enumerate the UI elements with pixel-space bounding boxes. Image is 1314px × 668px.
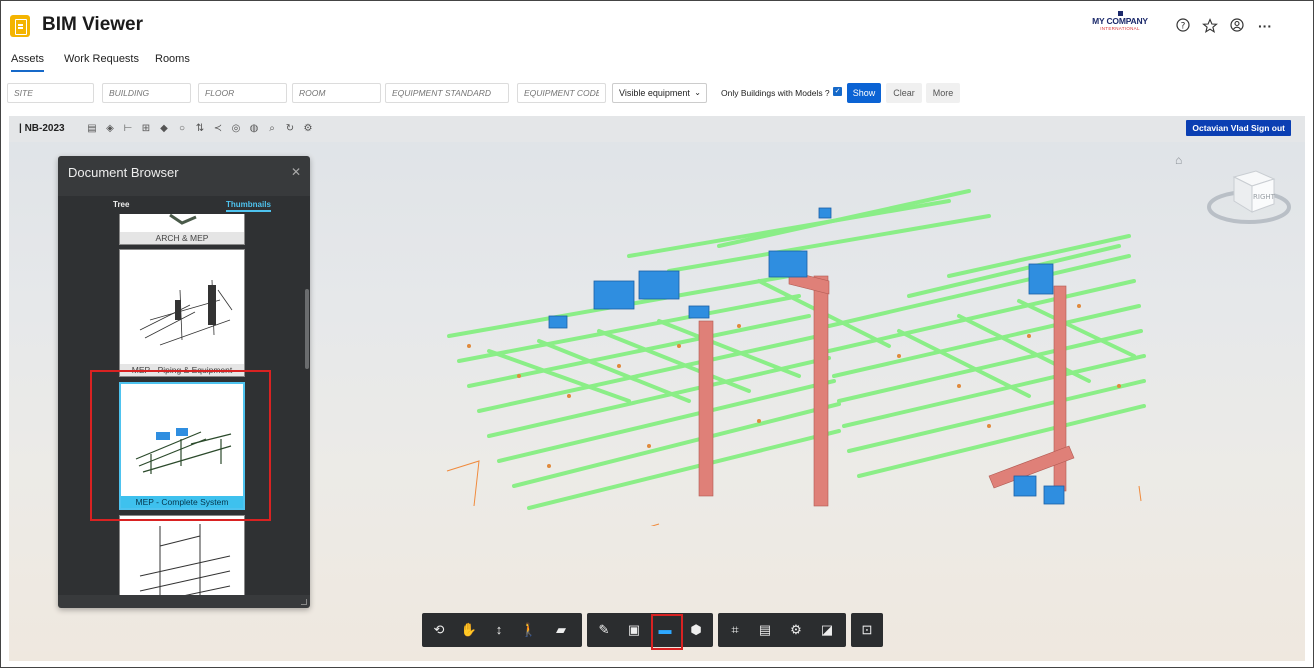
viewcube-label: RIGHT bbox=[1253, 193, 1276, 201]
signout-button[interactable]: Octavian Vlad Sign out bbox=[1186, 120, 1291, 136]
site-input[interactable] bbox=[7, 83, 94, 103]
thumbnail-item[interactable]: MEP - Piping & Equipment bbox=[119, 249, 245, 377]
star-icon[interactable] bbox=[1202, 18, 1218, 34]
measure-icon[interactable]: ✎ bbox=[593, 619, 615, 641]
orbit-icon[interactable]: ⟲ bbox=[428, 619, 450, 641]
layers-icon[interactable]: ◈ bbox=[104, 123, 116, 135]
model-name: | NB-2023 bbox=[19, 123, 65, 134]
rotate-icon[interactable]: ○ bbox=[176, 123, 188, 135]
account-icon[interactable] bbox=[1229, 18, 1245, 34]
visibility-select[interactable]: Visible equipment ⌄ bbox=[612, 83, 707, 103]
document-browser-tabs: Tree Thumbnails bbox=[58, 196, 310, 214]
tools-toolbar: ✎ ▣ ▬ ⬢ bbox=[587, 613, 713, 647]
company-sub: INTERNATIONAL bbox=[1100, 26, 1140, 31]
search-icon[interactable]: ⌕ bbox=[266, 123, 278, 135]
thumbnail-item[interactable]: ARCH & MEP bbox=[119, 214, 245, 245]
app-logo-icon bbox=[10, 15, 30, 37]
help-icon[interactable]: ? bbox=[1175, 18, 1191, 34]
resize-handle[interactable] bbox=[301, 599, 307, 605]
more-button[interactable]: More bbox=[926, 83, 960, 103]
home-icon[interactable]: ⌂ bbox=[1175, 153, 1182, 167]
visibility-select-value: Visible equipment bbox=[619, 88, 690, 98]
svg-text:?: ? bbox=[1181, 22, 1186, 32]
equipment-code-input[interactable] bbox=[517, 83, 606, 103]
pan-icon[interactable]: ✋ bbox=[458, 619, 480, 641]
selected-thumbnail-highlight bbox=[90, 370, 271, 521]
model-tree-icon[interactable]: ⌗ bbox=[724, 619, 746, 641]
only-buildings-label: Only Buildings with Models ? bbox=[721, 88, 830, 98]
tab-assets[interactable]: Assets bbox=[11, 53, 45, 72]
chevron-down-icon: ⌄ bbox=[694, 88, 701, 97]
thumbnail-label: ARCH & MEP bbox=[120, 232, 244, 244]
grid-icon[interactable]: ⊞ bbox=[140, 123, 152, 135]
viewcube[interactable]: RIGHT bbox=[1204, 149, 1294, 239]
filter-bar: Visible equipment ⌄ Only Buildings with … bbox=[1, 79, 1313, 107]
fullscreen-icon[interactable]: ◪ bbox=[816, 619, 838, 641]
active-tool-highlight bbox=[651, 614, 683, 650]
sort-icon[interactable]: ⇅ bbox=[194, 123, 206, 135]
close-icon[interactable]: ✕ bbox=[291, 165, 301, 179]
app-frame: BIM Viewer MY COMPANY INTERNATIONAL ? ··… bbox=[0, 0, 1314, 668]
clear-button[interactable]: Clear bbox=[886, 83, 922, 103]
tag-icon[interactable]: ◆ bbox=[158, 123, 170, 135]
document-browser-title: Document Browser bbox=[68, 165, 179, 180]
room-input[interactable] bbox=[292, 83, 381, 103]
only-buildings-checkbox[interactable]: ✓ bbox=[833, 87, 842, 96]
settings-icon[interactable]: ⚙ bbox=[302, 123, 314, 135]
walk-icon[interactable]: 🚶 bbox=[518, 619, 540, 641]
settings-icon[interactable]: ⚙ bbox=[785, 619, 807, 641]
eye-icon[interactable]: ◎ bbox=[230, 123, 242, 135]
properties-icon[interactable]: ▤ bbox=[754, 619, 776, 641]
navigation-toolbar: ⟲ ✋ ↕ 🚶 ▰ bbox=[422, 613, 582, 647]
zoom-icon[interactable]: ↕ bbox=[488, 619, 510, 641]
tab-rooms[interactable]: Rooms bbox=[155, 53, 190, 65]
properties-toolbar: ⌗ ▤ ⚙ ◪ bbox=[718, 613, 846, 647]
app-title: BIM Viewer bbox=[42, 14, 144, 35]
tab-work-requests[interactable]: Work Requests bbox=[64, 53, 139, 65]
tab-thumbnails[interactable]: Thumbnails bbox=[226, 200, 271, 212]
more-icon[interactable]: ··· bbox=[1257, 18, 1273, 34]
thumbnail-scrollbar[interactable] bbox=[305, 289, 309, 369]
section-icon[interactable]: ▣ bbox=[623, 619, 645, 641]
share-icon[interactable]: ≺ bbox=[212, 123, 224, 135]
show-button[interactable]: Show bbox=[847, 83, 881, 103]
mep-model[interactable] bbox=[429, 186, 1159, 526]
bim-viewer[interactable]: | NB-2023 ▤ ◈ ⊢ ⊞ ◆ ○ ⇅ ≺ ◎ ◍ ⌕ ↻ ⚙ Octa… bbox=[9, 116, 1305, 661]
refresh-icon[interactable]: ↻ bbox=[284, 123, 296, 135]
company-logo-mark bbox=[1118, 11, 1123, 16]
company-name: MY COMPANY bbox=[1092, 16, 1148, 26]
eye-off-icon[interactable]: ◍ bbox=[248, 123, 260, 135]
viewer-toolbar: | NB-2023 ▤ ◈ ⊢ ⊞ ◆ ○ ⇅ ≺ ◎ ◍ ⌕ ↻ ⚙ Octa… bbox=[9, 116, 1305, 142]
building-input[interactable] bbox=[102, 83, 191, 103]
main-tabs: Assets Work Requests Rooms bbox=[1, 47, 1313, 73]
company-logo: MY COMPANY INTERNATIONAL bbox=[1091, 11, 1149, 31]
app-header: BIM Viewer MY COMPANY INTERNATIONAL ? ··… bbox=[1, 1, 1313, 47]
tab-tree[interactable]: Tree bbox=[113, 200, 129, 209]
thumbnail-item[interactable] bbox=[119, 515, 245, 595]
extra-toolbar: ⊡ bbox=[851, 613, 883, 647]
document-icon[interactable]: ▤ bbox=[86, 123, 98, 135]
camera-icon[interactable]: ▰ bbox=[550, 619, 572, 641]
equipment-standard-input[interactable] bbox=[385, 83, 509, 103]
export-icon[interactable]: ⊡ bbox=[856, 619, 878, 641]
tree-icon[interactable]: ⊢ bbox=[122, 123, 134, 135]
floor-input[interactable] bbox=[198, 83, 287, 103]
explode-icon[interactable]: ⬢ bbox=[685, 619, 707, 641]
